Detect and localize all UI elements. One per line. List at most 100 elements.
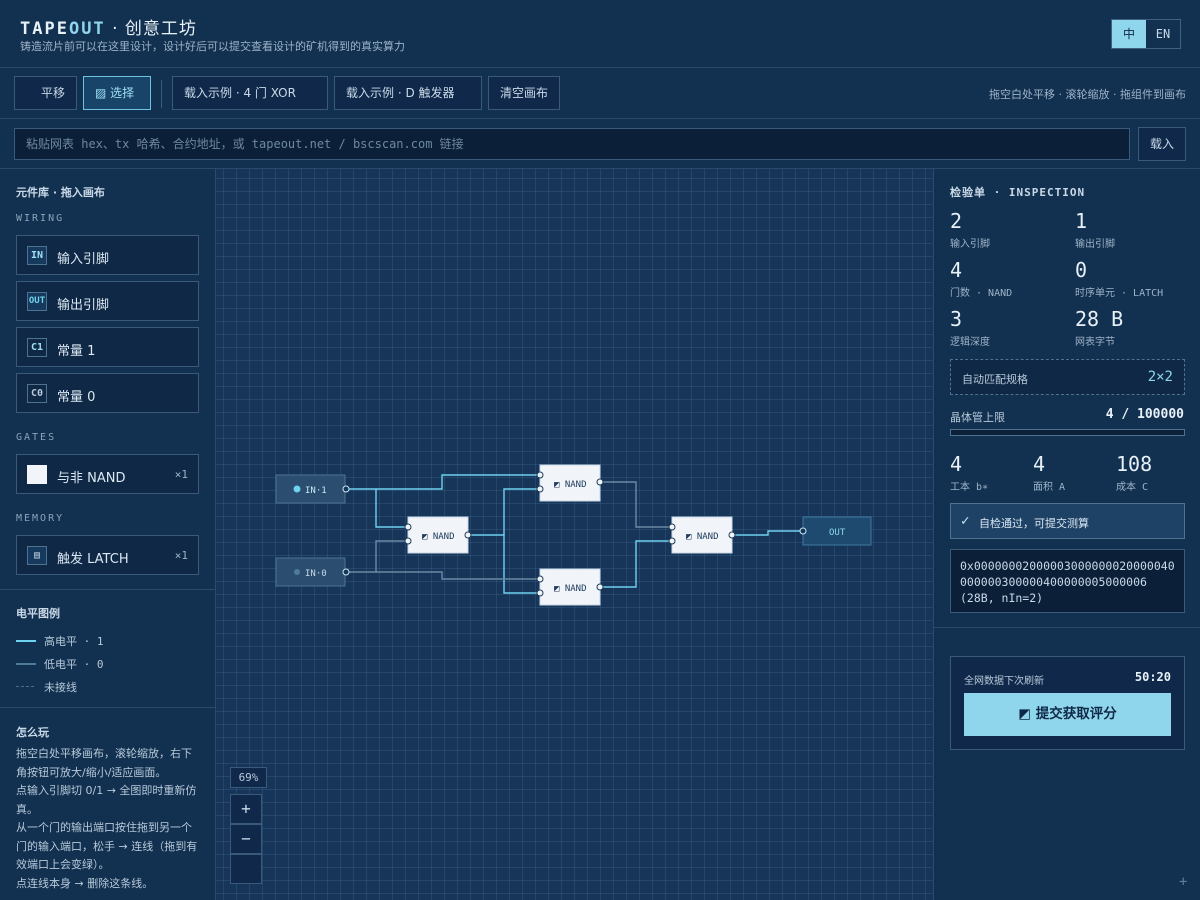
submit-card: 全网数据下次刷新 50:20 ◩ 提交获取评分: [950, 656, 1185, 750]
lang-zh-button[interactable]: 中: [1112, 20, 1146, 48]
latch-icon: ▤: [27, 546, 47, 565]
metric-cost-c: 108 成本 C: [1116, 452, 1153, 493]
wire-low: [600, 481, 672, 528]
inspection-panel: 检验单 · INSPECTION 2 输入引脚 1 输出引脚 4 门数 · NA…: [933, 169, 1200, 900]
submit-score-button[interactable]: ◩ 提交获取评分: [964, 693, 1171, 736]
input-pin-in1[interactable]: IN·1: [275, 474, 350, 504]
circuit-canvas[interactable]: IN·1 IN·0 ◩ NAND ◩ NAND ◩ NAND ◩ NAND OU…: [216, 169, 933, 900]
low-level-swatch: [16, 663, 36, 665]
lang-en-button[interactable]: EN: [1146, 20, 1180, 48]
output-pin-icon: OUT: [27, 292, 47, 311]
high-level-swatch: [16, 640, 36, 642]
category-wiring: WIRING: [16, 213, 65, 224]
component-output-pin[interactable]: OUT 输出引脚: [16, 281, 199, 321]
input-pin-icon: IN: [27, 246, 47, 265]
component-nand-gate[interactable]: 与非 NAND ×1: [16, 454, 199, 494]
toolbar-divider: [161, 80, 162, 108]
check-icon: ✓: [961, 513, 970, 529]
component-count: ×1: [174, 468, 188, 481]
constant-0-icon: C0: [27, 384, 47, 403]
metric-area: 4 面积 A: [1033, 452, 1066, 493]
corner-marker-icon: +: [1179, 874, 1188, 890]
svg-text:◩ NAND: ◩ NAND: [554, 584, 587, 594]
toolbar-hint: 拖空白处平移 · 滚轮缩放 · 拖组件到画布: [989, 88, 1186, 101]
wire-low: [346, 540, 408, 573]
component-label: 输出引脚: [57, 298, 110, 313]
transistor-progress-bar: [950, 429, 1185, 436]
sidebar-divider: [0, 707, 215, 708]
toolbar: 平移 ▨ 选择 载入示例 · 4 门 XOR 载入示例 · D 触发器 清空画布…: [0, 68, 1200, 119]
input-pin-in0[interactable]: IN·0: [275, 557, 350, 587]
self-check-status[interactable]: ✓ 自检通过，可提交测算: [950, 503, 1185, 539]
stat-input-pins: 2 输入引脚: [950, 209, 990, 250]
auto-spec-value: 2×2: [1147, 369, 1173, 385]
in0-label: IN·0: [305, 569, 327, 579]
component-label: 触发 LATCH: [57, 552, 129, 567]
component-latch[interactable]: ▤ 触发 LATCH ×1: [16, 535, 199, 575]
wire-high: [732, 530, 802, 536]
component-label: 常量 0: [57, 390, 96, 405]
howto-title: 怎么玩: [16, 726, 49, 739]
load-dff-example-button[interactable]: 载入示例 · D 触发器: [334, 76, 482, 110]
component-label: 常量 1: [57, 344, 96, 359]
stat-logic-depth: 3 逻辑深度: [950, 307, 990, 348]
zoom-level: 69%: [230, 767, 267, 788]
svg-text:◩ NAND: ◩ NAND: [554, 480, 587, 490]
auto-spec-box: 自动匹配规格 2×2: [950, 359, 1185, 395]
netlist-paste-bar: 载入: [0, 119, 1200, 169]
app-subtitle: 铸造流片前可以在这里设计，设计好后可以提交查看设计的矿机得到的真实算力: [20, 40, 405, 53]
component-label: 输入引脚: [57, 252, 110, 267]
howto-text: 拖空白处平移画布，滚轮缩放，右下角按钮可放大/缩小/适应画面。 点输入引脚切 0…: [16, 747, 198, 890]
output-pin-out[interactable]: OUT: [799, 516, 872, 546]
unwired-swatch: [16, 686, 36, 687]
circuit-diagram[interactable]: IN·1 IN·0 ◩ NAND ◩ NAND ◩ NAND ◩ NAND OU…: [216, 169, 933, 900]
legend-title: 电平图例: [16, 607, 60, 620]
clear-canvas-button[interactable]: 清空画布: [488, 76, 560, 110]
component-library-sidebar: 元件库 · 拖入画布 WIRING IN 输入引脚 OUT 输出引脚 C1 常量…: [0, 169, 216, 900]
nand-gate-3[interactable]: ◩ NAND: [536, 568, 604, 606]
stat-netlist-bytes: 28 B 网表字节: [1075, 307, 1124, 348]
component-constant-0[interactable]: C0 常量 0: [16, 373, 199, 413]
nand-gate-icon: [27, 465, 47, 484]
zoom-out-button[interactable]: −: [230, 824, 262, 854]
metric-cost-b: 4 工本 b∗: [950, 452, 989, 493]
netlist-hex-output[interactable]: 0x00000002000003000000020000040000000300…: [950, 549, 1185, 613]
panel-divider: [934, 627, 1200, 628]
stat-latch-count: 0 时序单元 · LATCH: [1075, 258, 1164, 299]
language-switch: 中 EN: [1111, 19, 1181, 49]
component-constant-1[interactable]: C1 常量 1: [16, 327, 199, 367]
nand-gate-1[interactable]: ◩ NAND: [404, 516, 472, 554]
wire-high: [375, 489, 408, 528]
transistor-limit-label: 晶体管上限: [950, 411, 1005, 424]
category-memory: MEMORY: [16, 513, 65, 524]
library-title: 元件库 · 拖入画布: [16, 186, 105, 199]
fit-view-button[interactable]: [230, 854, 262, 884]
component-count: ×1: [174, 549, 188, 562]
nand-gate-2[interactable]: ◩ NAND: [536, 464, 604, 502]
out-label: OUT: [829, 528, 846, 538]
app-title: TAPEOUT · 创意工坊: [20, 19, 197, 39]
component-label: 与非 NAND: [57, 471, 126, 486]
wire-low: [376, 571, 540, 580]
load-xor-example-button[interactable]: 载入示例 · 4 门 XOR: [172, 76, 328, 110]
constant-1-icon: C1: [27, 338, 47, 357]
refresh-countdown: 50:20: [1134, 670, 1171, 684]
svg-text:◩ NAND: ◩ NAND: [686, 532, 719, 542]
nand-gate-4[interactable]: ◩ NAND: [668, 516, 736, 554]
sidebar-divider: [0, 589, 215, 590]
wire-high: [503, 535, 540, 594]
wire-high: [468, 488, 540, 536]
in1-label: IN·1: [305, 486, 327, 496]
refresh-label: 全网数据下次刷新: [964, 676, 1044, 687]
transistor-limit-value: 4 / 100000: [1105, 407, 1184, 422]
zoom-in-button[interactable]: +: [230, 794, 262, 824]
load-netlist-button[interactable]: 载入: [1138, 127, 1186, 161]
component-input-pin[interactable]: IN 输入引脚: [16, 235, 199, 275]
stat-output-pins: 1 输出引脚: [1075, 209, 1115, 250]
category-gates: GATES: [16, 432, 57, 443]
select-mode-button[interactable]: ▨ 选择: [83, 76, 151, 110]
svg-text:◩ NAND: ◩ NAND: [422, 532, 455, 542]
netlist-paste-input[interactable]: [14, 128, 1130, 160]
wire-high: [600, 540, 672, 588]
pan-mode-button[interactable]: 平移: [14, 76, 77, 110]
